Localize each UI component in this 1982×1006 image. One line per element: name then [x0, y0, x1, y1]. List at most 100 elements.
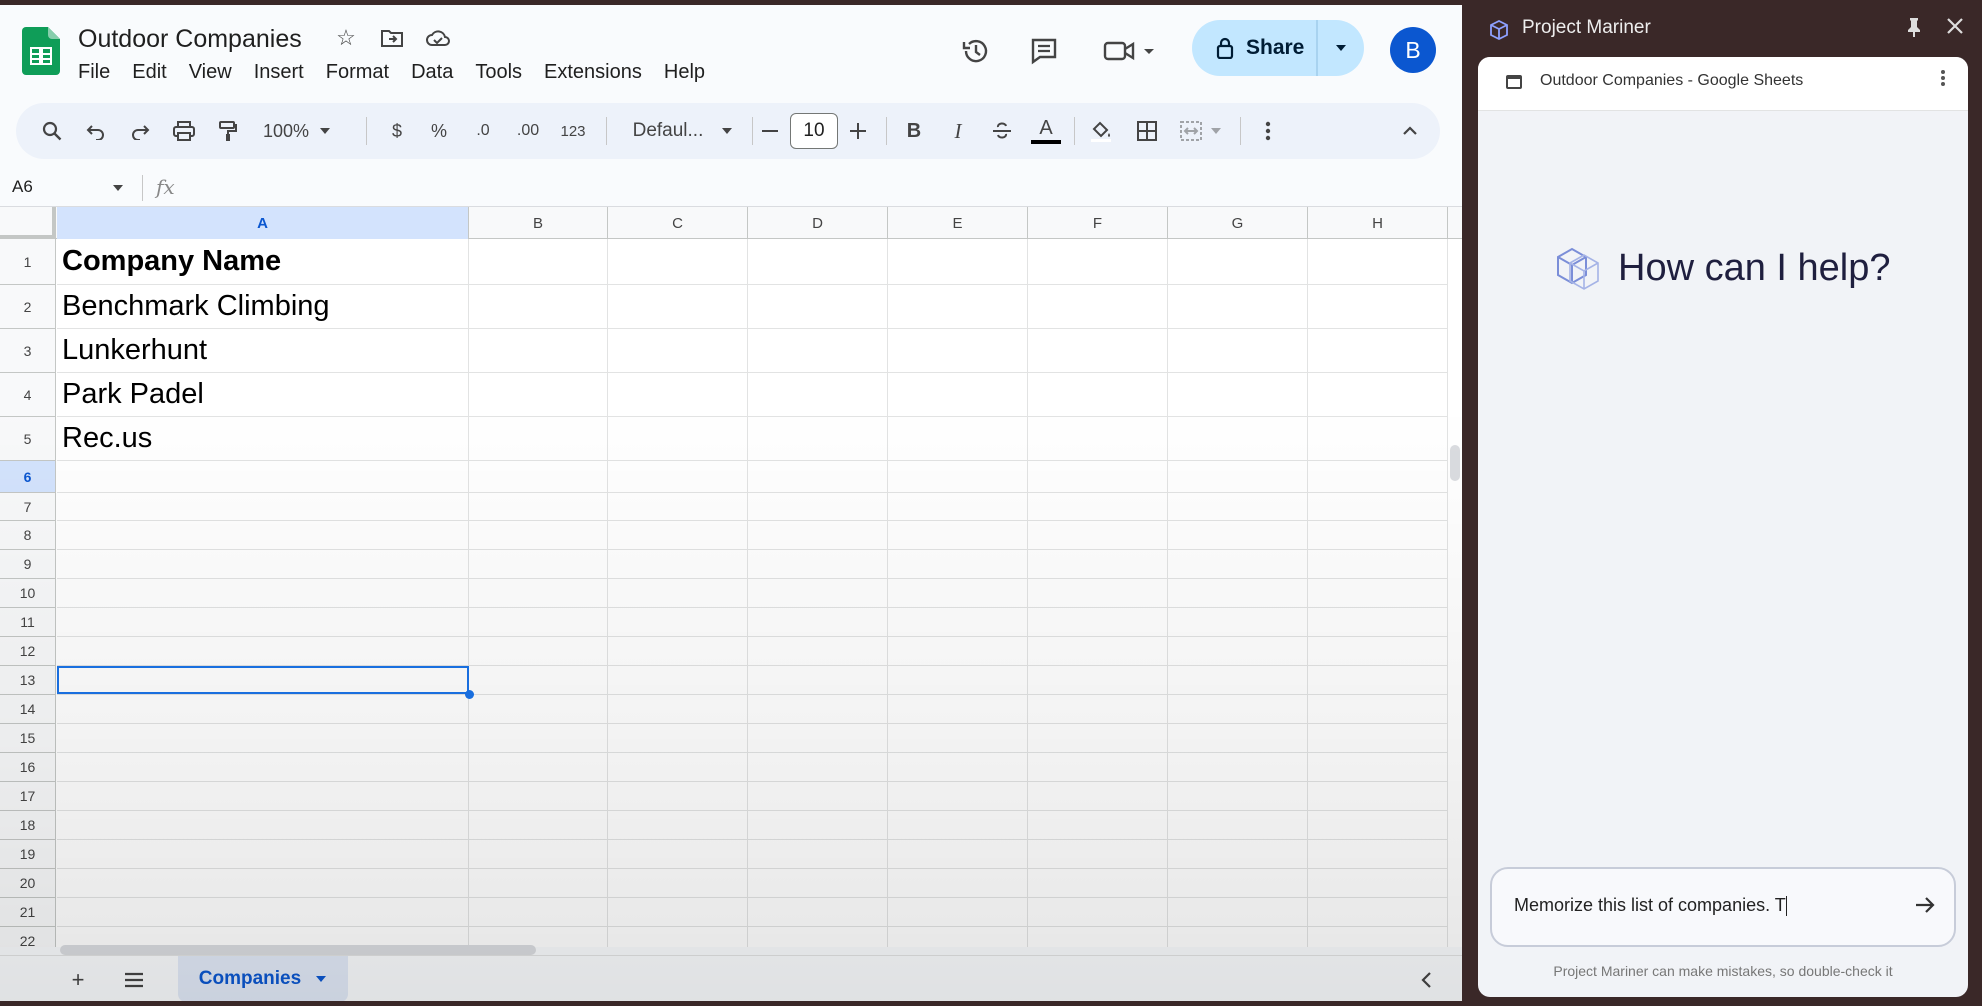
row-header-5[interactable]: 5 — [0, 417, 56, 461]
increase-decimal-button[interactable]: .00 — [510, 103, 546, 159]
cell-g1[interactable] — [1168, 239, 1308, 285]
cell-d10[interactable] — [748, 579, 888, 608]
cell-g18[interactable] — [1168, 811, 1308, 840]
cell-e2[interactable] — [888, 285, 1028, 329]
vertical-scrollbar[interactable] — [1450, 445, 1460, 481]
menu-file[interactable]: File — [78, 61, 110, 84]
column-header-h[interactable]: H — [1308, 207, 1448, 239]
sheets-logo-icon[interactable] — [22, 27, 60, 75]
cell-d1[interactable] — [748, 239, 888, 285]
row-header-7[interactable]: 7 — [0, 493, 56, 521]
cell-d7[interactable] — [748, 493, 888, 521]
avatar[interactable]: B — [1390, 27, 1436, 73]
cell-h17[interactable] — [1308, 782, 1448, 811]
cell-g5[interactable] — [1168, 417, 1308, 461]
cell-g6[interactable] — [1168, 461, 1308, 493]
text-color-button[interactable]: A — [1030, 103, 1062, 159]
cell-c20[interactable] — [608, 869, 748, 898]
cell-d16[interactable] — [748, 753, 888, 782]
font-dropdown-icon[interactable] — [716, 103, 738, 159]
cell-h20[interactable] — [1308, 869, 1448, 898]
cell-c17[interactable] — [608, 782, 748, 811]
cell-f12[interactable] — [1028, 637, 1168, 666]
cell-c10[interactable] — [608, 579, 748, 608]
cell-h10[interactable] — [1308, 579, 1448, 608]
cell-b13[interactable] — [469, 666, 608, 695]
cell-e1[interactable] — [888, 239, 1028, 285]
cell-h1[interactable] — [1308, 239, 1448, 285]
cell-c6[interactable] — [608, 461, 748, 493]
row-header-20[interactable]: 20 — [0, 869, 56, 898]
cell-a16[interactable] — [57, 753, 469, 782]
cell-f1[interactable] — [1028, 239, 1168, 285]
row-header-16[interactable]: 16 — [0, 753, 56, 782]
paint-format-icon[interactable] — [212, 103, 244, 159]
cell-b21[interactable] — [469, 898, 608, 927]
cell-g11[interactable] — [1168, 608, 1308, 637]
zoom-dropdown-icon[interactable] — [316, 103, 334, 159]
cell-d17[interactable] — [748, 782, 888, 811]
row-header-21[interactable]: 21 — [0, 898, 56, 927]
strikethrough-icon[interactable] — [988, 103, 1016, 159]
cell-e16[interactable] — [888, 753, 1028, 782]
cell-b22[interactable] — [469, 927, 608, 947]
row-header-15[interactable]: 15 — [0, 724, 56, 753]
pin-icon[interactable] — [1906, 17, 1922, 42]
column-header-g[interactable]: G — [1168, 207, 1308, 239]
cell-c5[interactable] — [608, 417, 748, 461]
cell-d8[interactable] — [748, 521, 888, 550]
cell-a21[interactable] — [57, 898, 469, 927]
increase-font-size-icon[interactable] — [846, 103, 870, 159]
cell-e9[interactable] — [888, 550, 1028, 579]
cell-d5[interactable] — [748, 417, 888, 461]
cell-h3[interactable] — [1308, 329, 1448, 373]
cell-g10[interactable] — [1168, 579, 1308, 608]
meet-call-icon[interactable] — [1100, 33, 1160, 69]
menu-extensions[interactable]: Extensions — [544, 61, 642, 84]
cell-c12[interactable] — [608, 637, 748, 666]
cell-b11[interactable] — [469, 608, 608, 637]
cell-h12[interactable] — [1308, 637, 1448, 666]
cell-a12[interactable] — [57, 637, 469, 666]
cell-a15[interactable] — [57, 724, 469, 753]
cell-e5[interactable] — [888, 417, 1028, 461]
column-header-b[interactable]: B — [469, 207, 608, 239]
cell-b19[interactable] — [469, 840, 608, 869]
row-header-12[interactable]: 12 — [0, 637, 56, 666]
merge-dropdown-icon[interactable] — [1208, 103, 1224, 159]
cell-b17[interactable] — [469, 782, 608, 811]
cell-e17[interactable] — [888, 782, 1028, 811]
bold-button[interactable]: B — [900, 103, 928, 159]
zoom-select[interactable]: 100% — [258, 103, 314, 159]
search-menus-icon[interactable] — [36, 103, 68, 159]
more-vert-icon[interactable] — [1940, 69, 1946, 92]
cell-g14[interactable] — [1168, 695, 1308, 724]
fill-color-icon[interactable] — [1086, 103, 1116, 159]
column-header-a[interactable]: A — [57, 207, 469, 239]
cell-d13[interactable] — [748, 666, 888, 695]
cell-a5[interactable]: Rec.us — [57, 417, 469, 461]
cell-e13[interactable] — [888, 666, 1028, 695]
cell-c7[interactable] — [608, 493, 748, 521]
cell-f2[interactable] — [1028, 285, 1168, 329]
cell-d15[interactable] — [748, 724, 888, 753]
cell-b15[interactable] — [469, 724, 608, 753]
cell-d14[interactable] — [748, 695, 888, 724]
row-header-8[interactable]: 8 — [0, 521, 56, 550]
cell-f10[interactable] — [1028, 579, 1168, 608]
cell-f6[interactable] — [1028, 461, 1168, 493]
cell-a14[interactable] — [57, 695, 469, 724]
cell-e10[interactable] — [888, 579, 1028, 608]
cell-a11[interactable] — [57, 608, 469, 637]
cell-f19[interactable] — [1028, 840, 1168, 869]
row-header-6[interactable]: 6 — [0, 461, 56, 493]
row-header-17[interactable]: 17 — [0, 782, 56, 811]
cell-f8[interactable] — [1028, 521, 1168, 550]
redo-icon[interactable] — [124, 103, 156, 159]
cell-c15[interactable] — [608, 724, 748, 753]
cell-h15[interactable] — [1308, 724, 1448, 753]
cell-c3[interactable] — [608, 329, 748, 373]
cell-b14[interactable] — [469, 695, 608, 724]
cell-e14[interactable] — [888, 695, 1028, 724]
cell-a9[interactable] — [57, 550, 469, 579]
